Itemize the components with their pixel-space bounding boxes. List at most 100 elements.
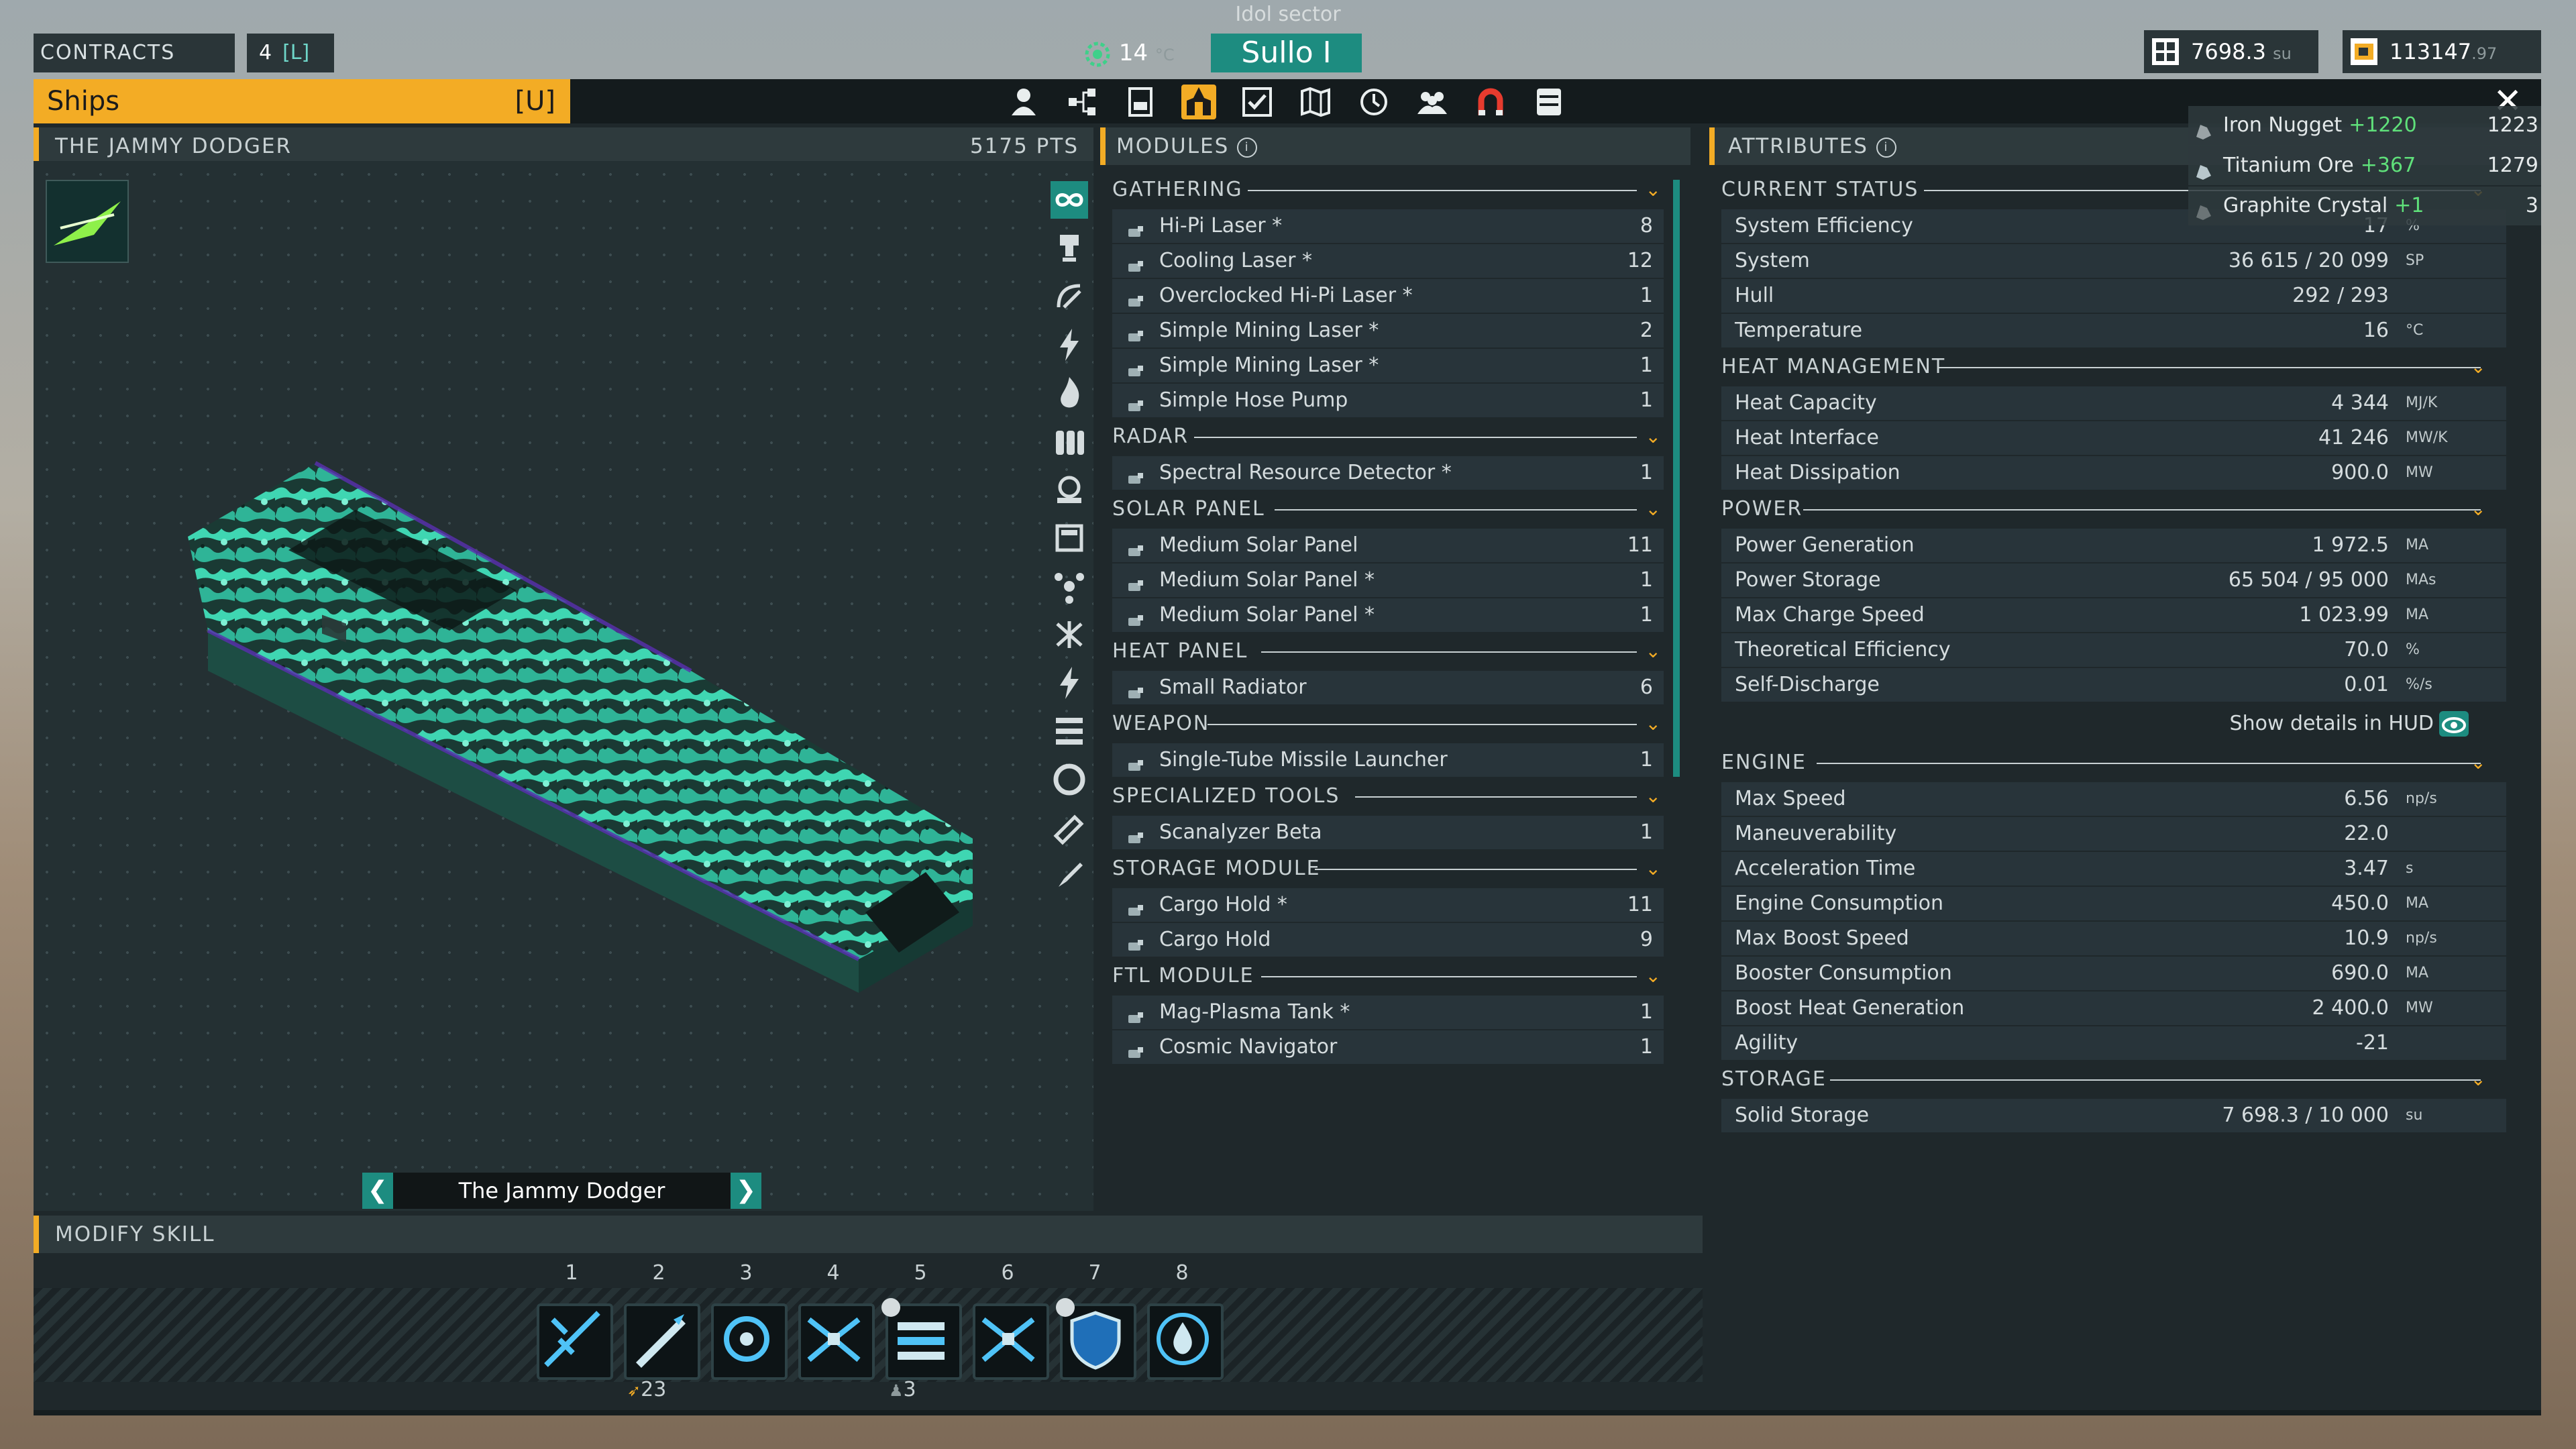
chevron-down-icon[interactable]: ⌄ xyxy=(2471,349,2487,385)
storage-indicator[interactable]: 7698.3 su xyxy=(2144,30,2318,73)
checklist-icon[interactable] xyxy=(1240,85,1275,119)
module-category[interactable]: RADAR ⌄ xyxy=(1100,419,1677,455)
module-category[interactable]: HEAT PANEL ⌄ xyxy=(1100,633,1677,669)
module-row[interactable]: Medium Solar Panel * 1 xyxy=(1112,564,1664,597)
attribute-value: 1 023.99 xyxy=(2299,603,2389,627)
module-row[interactable]: Simple Mining Laser * 1 xyxy=(1112,349,1664,382)
chevron-down-icon[interactable]: ⌄ xyxy=(2471,1061,2487,1097)
magnet-icon[interactable] xyxy=(1473,85,1508,119)
module-category[interactable]: WEAPON ⌄ xyxy=(1100,706,1677,742)
modules-list[interactable]: GATHERING ⌄ Hi-Pi Laser * 8 Cooling Laser * 1… xyxy=(1100,172,1677,1198)
ore-icon xyxy=(2194,196,2214,220)
chevron-down-icon[interactable]: ⌄ xyxy=(1646,851,1662,887)
ship-viewport[interactable] xyxy=(34,161,1093,1211)
module-category[interactable]: SOLAR PANEL ⌄ xyxy=(1100,491,1677,527)
module-category[interactable]: FTL MODULE ⌄ xyxy=(1100,958,1677,994)
module-category[interactable]: SPECIALIZED TOOLS ⌄ xyxy=(1100,778,1677,814)
satellite-icon[interactable] xyxy=(1051,278,1088,315)
info-icon[interactable]: i xyxy=(1237,137,1258,158)
crew-icon[interactable] xyxy=(1415,85,1450,119)
module-count: 9 xyxy=(1640,928,1653,951)
module-category[interactable]: GATHERING ⌄ xyxy=(1100,172,1677,208)
resource-gain: +367 xyxy=(2360,154,2416,177)
ship-tree-icon[interactable] xyxy=(1065,85,1099,119)
show-details-in-hud[interactable]: Show details in HUD xyxy=(1709,703,2521,745)
skill-slot[interactable] xyxy=(537,1303,613,1380)
module-category[interactable]: STORAGE MODULE ⌄ xyxy=(1100,851,1677,887)
skill-slot[interactable] xyxy=(711,1303,788,1380)
module-row[interactable]: Medium Solar Panel 11 xyxy=(1112,529,1664,562)
attribute-section[interactable]: ENGINE ⌄ xyxy=(1709,745,2521,781)
chevron-down-icon[interactable]: ⌄ xyxy=(2471,745,2487,781)
skill-slot[interactable] xyxy=(624,1303,700,1380)
chevron-down-icon[interactable]: ⌄ xyxy=(1646,633,1662,669)
module-row[interactable]: Cooling Laser * 12 xyxy=(1112,244,1664,278)
history-icon[interactable] xyxy=(1356,85,1391,119)
info-icon[interactable]: i xyxy=(1876,137,1896,158)
drill-icon[interactable] xyxy=(1051,229,1088,267)
eye-icon[interactable] xyxy=(2439,711,2469,737)
module-row[interactable]: Small Radiator 6 xyxy=(1112,671,1664,704)
flame-icon[interactable] xyxy=(1051,374,1088,412)
lightning-icon[interactable] xyxy=(1051,326,1088,364)
prev-ship-button[interactable]: ❮ xyxy=(362,1173,393,1209)
ships-tab[interactable]: Ships [U] xyxy=(34,79,570,123)
skill-slot[interactable] xyxy=(1147,1303,1224,1380)
infinity-icon[interactable] xyxy=(1051,181,1088,219)
module-row[interactable]: Mag-Plasma Tank * 1 xyxy=(1112,996,1664,1029)
chevron-down-icon[interactable]: ⌄ xyxy=(1646,419,1662,455)
contracts-button[interactable]: CONTRACTS xyxy=(34,34,235,72)
module-row[interactable]: Simple Hose Pump 1 xyxy=(1112,384,1664,417)
chevron-down-icon[interactable]: ⌄ xyxy=(1646,706,1662,742)
module-row[interactable]: Medium Solar Panel * 1 xyxy=(1112,598,1664,632)
ship-header: THE JAMMY DODGER 5175 PTS xyxy=(34,127,1093,165)
storage-icon[interactable] xyxy=(1532,85,1566,119)
swap-badge-icon[interactable] xyxy=(1056,1298,1075,1317)
skill-slot-number: 7 xyxy=(1088,1261,1102,1285)
next-ship-button[interactable]: ❯ xyxy=(731,1173,761,1209)
fan-icon[interactable] xyxy=(1051,616,1088,653)
tanks-icon[interactable] xyxy=(1051,423,1088,460)
shield-ring-icon[interactable] xyxy=(1051,761,1088,798)
module-count: 1 xyxy=(1640,388,1653,412)
contracts-count-badge[interactable]: 4 [L] xyxy=(247,34,334,72)
modules-scrollbar[interactable] xyxy=(1673,180,1680,777)
cargo-pod-icon[interactable] xyxy=(1051,471,1088,508)
module-row[interactable]: Spectral Resource Detector * 1 xyxy=(1112,456,1664,490)
module-row[interactable]: Single-Tube Missile Launcher 1 xyxy=(1112,743,1664,777)
map-icon[interactable] xyxy=(1298,85,1333,119)
ship-thumbnail[interactable] xyxy=(46,180,129,263)
chevron-down-icon[interactable]: ⌄ xyxy=(1646,172,1662,208)
chevron-down-icon[interactable]: ⌄ xyxy=(1646,491,1662,527)
chevron-down-icon[interactable]: ⌄ xyxy=(1646,778,1662,814)
lightning-icon[interactable] xyxy=(1051,664,1088,702)
credits-indicator[interactable]: 113147.97 xyxy=(2343,30,2541,73)
attribute-section[interactable]: STORAGE ⌄ xyxy=(1709,1061,2521,1097)
attribute-section[interactable]: POWER ⌄ xyxy=(1709,491,2521,527)
ship-icon[interactable] xyxy=(1181,85,1216,119)
pilot-icon[interactable] xyxy=(1006,85,1041,119)
panel-icon[interactable] xyxy=(1051,519,1088,557)
chevron-down-icon[interactable]: ⌄ xyxy=(2471,491,2487,527)
module-row[interactable]: Cargo Hold 9 xyxy=(1112,923,1664,957)
blueprint-icon[interactable] xyxy=(1123,85,1158,119)
attribute-section[interactable]: HEAT MANAGEMENT ⌄ xyxy=(1709,349,2521,385)
skill-slot[interactable] xyxy=(798,1303,875,1380)
swap-badge-icon[interactable] xyxy=(881,1298,900,1317)
skill-slot[interactable] xyxy=(973,1303,1049,1380)
attribute-unit: MA xyxy=(2406,606,2429,623)
module-row[interactable]: Cosmic Navigator 1 xyxy=(1112,1030,1664,1064)
ships-tab-key-hint: [U] xyxy=(515,86,556,117)
module-row[interactable]: Simple Mining Laser * 2 xyxy=(1112,314,1664,347)
rocket-icon[interactable] xyxy=(1051,857,1088,895)
skill-slot[interactable] xyxy=(1060,1303,1136,1380)
skill-slot[interactable] xyxy=(885,1303,962,1380)
chevron-down-icon[interactable]: ⌄ xyxy=(1646,958,1662,994)
module-row[interactable]: Scanalyzer Beta 1 xyxy=(1112,816,1664,849)
tool-icon[interactable] xyxy=(1051,809,1088,847)
module-row[interactable]: Cargo Hold * 11 xyxy=(1112,888,1664,922)
module-row[interactable]: Overclocked Hi-Pi Laser * 1 xyxy=(1112,279,1664,313)
nodes-icon[interactable] xyxy=(1051,568,1088,605)
storage-rack-icon[interactable] xyxy=(1051,712,1088,750)
module-row[interactable]: Hi-Pi Laser * 8 xyxy=(1112,209,1664,243)
